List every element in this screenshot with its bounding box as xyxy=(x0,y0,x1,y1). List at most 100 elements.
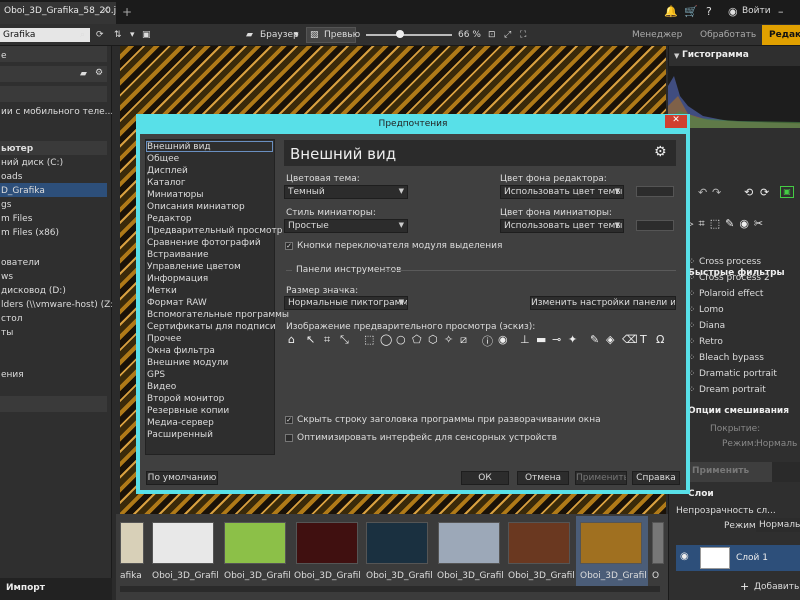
editor-bg-swatch[interactable] xyxy=(636,186,674,197)
eraser-icon[interactable]: ⌫ xyxy=(622,333,638,346)
tab-edit[interactable]: Редакт xyxy=(762,25,800,45)
filter-item[interactable]: Retro xyxy=(699,337,723,347)
category-item[interactable]: GPS xyxy=(147,370,165,380)
folder-item[interactable]: lders (\\vmware-host) (Z:) xyxy=(0,300,112,312)
fullscreen-icon[interactable]: ⛶ xyxy=(520,30,526,40)
filter-item[interactable]: Diana xyxy=(699,321,725,331)
folder-item[interactable]: стол xyxy=(0,314,112,326)
folder-item[interactable]: ователи xyxy=(0,258,112,270)
thumbnail[interactable] xyxy=(438,522,500,564)
help-icon[interactable]: ? xyxy=(706,5,712,18)
folder-item[interactable]: gs xyxy=(0,200,112,212)
shape-icon[interactable]: Ω xyxy=(656,333,664,346)
filter-item[interactable]: Polaroid effect xyxy=(699,289,763,299)
folder-add-icon[interactable]: ▣ xyxy=(142,30,151,40)
filter-item[interactable]: Dream portrait xyxy=(699,385,766,395)
search-icon[interactable]: ⌕ xyxy=(80,30,85,40)
minimize-icon[interactable]: – xyxy=(778,5,784,18)
thumbnail[interactable] xyxy=(296,522,358,564)
category-item[interactable]: Предварительный просмотр xyxy=(147,226,282,236)
color-theme-select[interactable]: Темный ▼ xyxy=(284,185,408,199)
category-item[interactable]: Окна фильтра xyxy=(147,346,215,356)
defaults-button[interactable]: По умолчанию xyxy=(146,471,218,485)
icon-size-select[interactable]: Нормальные пиктограммы ▼ xyxy=(284,296,408,310)
filter-item[interactable]: Cross process 2 xyxy=(699,273,770,283)
cancel-button[interactable]: Отмена xyxy=(517,471,569,485)
thumbnail[interactable] xyxy=(508,522,570,564)
thumbnail[interactable] xyxy=(120,522,144,564)
thumb-style-select[interactable]: Простые ▼ xyxy=(284,219,408,233)
category-item[interactable]: Прочее xyxy=(147,334,181,344)
thumbnail-selected[interactable] xyxy=(580,522,642,564)
category-item[interactable]: Общее xyxy=(147,154,179,164)
hide-title-checkbox[interactable]: ✓ xyxy=(285,416,293,424)
category-item[interactable]: Описания миниатюр xyxy=(147,202,245,212)
zoom-slider[interactable] xyxy=(366,34,452,36)
sort-icon[interactable]: ⇅ xyxy=(114,30,122,40)
apply-button[interactable]: Применить xyxy=(575,471,627,485)
zoom-slider-handle[interactable] xyxy=(396,30,404,38)
folder-item[interactable]: ения xyxy=(0,370,112,382)
category-item[interactable]: Видео xyxy=(147,382,176,392)
apply-options[interactable] xyxy=(772,462,800,482)
touch-checkbox[interactable] xyxy=(285,434,293,442)
category-item[interactable]: Редактор xyxy=(147,214,192,224)
category-item[interactable]: Вспомогательные программы xyxy=(147,310,289,320)
user-icon[interactable]: ◉ xyxy=(728,5,738,18)
editor-bg-select[interactable]: Использовать цвет темы ▼ xyxy=(500,185,624,199)
filmstrip-scrollbar[interactable] xyxy=(120,586,660,592)
thumbnail[interactable] xyxy=(366,522,428,564)
thumbnail[interactable] xyxy=(224,522,286,564)
category-item[interactable]: Резервные копии xyxy=(147,406,229,416)
select-brush-icon[interactable]: ⧄ xyxy=(460,333,467,347)
thumbnail[interactable] xyxy=(652,522,664,564)
edit-tools[interactable]: ▹⌗⬚✎◉✂ xyxy=(688,217,768,231)
folder-item[interactable]: ии с мобильного теле... xyxy=(0,107,112,119)
add-layer-button[interactable]: Добавить сл xyxy=(754,582,800,592)
close-tab-icon[interactable]: ✕ xyxy=(102,6,110,16)
healing-icon[interactable]: ⊸ xyxy=(552,333,561,346)
layer-mode-select[interactable]: Нормаль xyxy=(756,518,800,532)
refresh-icon[interactable]: ⟳ xyxy=(96,30,104,40)
category-item[interactable]: Метки xyxy=(147,286,177,296)
text-icon[interactable]: T xyxy=(640,333,647,346)
magic-wand-icon[interactable]: ✧ xyxy=(444,333,453,346)
filter-item[interactable]: Cross process xyxy=(699,257,761,267)
new-tab-icon[interactable]: + xyxy=(122,5,132,19)
category-item[interactable]: Информация xyxy=(147,274,208,284)
thumb-bg-select[interactable]: Использовать цвет темы ▼ xyxy=(500,219,624,233)
save-icon[interactable]: ▣ xyxy=(780,186,794,198)
rotate-left-icon[interactable]: ⟲ xyxy=(744,186,753,199)
category-item[interactable]: Расширенный xyxy=(147,430,213,440)
browser-button[interactable]: Браузер xyxy=(260,30,299,40)
path-input[interactable]: Grafika xyxy=(0,28,90,42)
add-layer-icon[interactable]: + xyxy=(740,580,749,593)
chevron-down-icon[interactable]: ▾ xyxy=(294,30,299,40)
undo-icon[interactable]: ↶ xyxy=(698,186,707,199)
thumbnail[interactable] xyxy=(152,522,214,564)
filter-item[interactable]: Bleach bypass xyxy=(699,353,764,363)
crop-icon[interactable]: ⌗ xyxy=(324,333,330,347)
help-button[interactable]: Справка xyxy=(632,471,680,485)
category-item[interactable]: Управление цветом xyxy=(147,262,241,272)
document-tab[interactable]: Oboi_3D_Grafika_58_20.jpg xyxy=(0,2,116,24)
eye-icon[interactable]: ◉ xyxy=(680,551,689,562)
filter-item[interactable]: Dramatic portrait xyxy=(699,369,777,379)
preview-button[interactable]: Превью xyxy=(324,30,360,40)
folder-item[interactable]: дисковод (D:) xyxy=(0,286,112,298)
folder-item[interactable]: ний диск (C:) xyxy=(0,158,112,170)
eye-icon[interactable]: ◉ xyxy=(498,333,508,346)
layer-name[interactable]: Слой 1 xyxy=(736,553,768,563)
rotate-right-icon[interactable]: ⟳ xyxy=(760,186,769,199)
category-item[interactable]: Медиа-сервер xyxy=(147,418,214,428)
tab-develop[interactable]: Обработать xyxy=(700,30,756,40)
straighten-icon[interactable]: ⤡ xyxy=(340,333,349,347)
home-icon[interactable]: ⌂ xyxy=(288,333,295,346)
bell-icon[interactable]: 🔔 xyxy=(664,5,678,18)
rect-select-icon[interactable]: ⬚ xyxy=(364,333,374,346)
actual-size-icon[interactable]: ⊡ xyxy=(488,30,496,40)
category-item[interactable]: Сертификаты для подписи xyxy=(147,322,276,332)
ok-button[interactable]: ОК xyxy=(461,471,509,485)
login-button[interactable]: Войти xyxy=(742,6,771,16)
folder-item[interactable]: ws xyxy=(0,272,112,284)
